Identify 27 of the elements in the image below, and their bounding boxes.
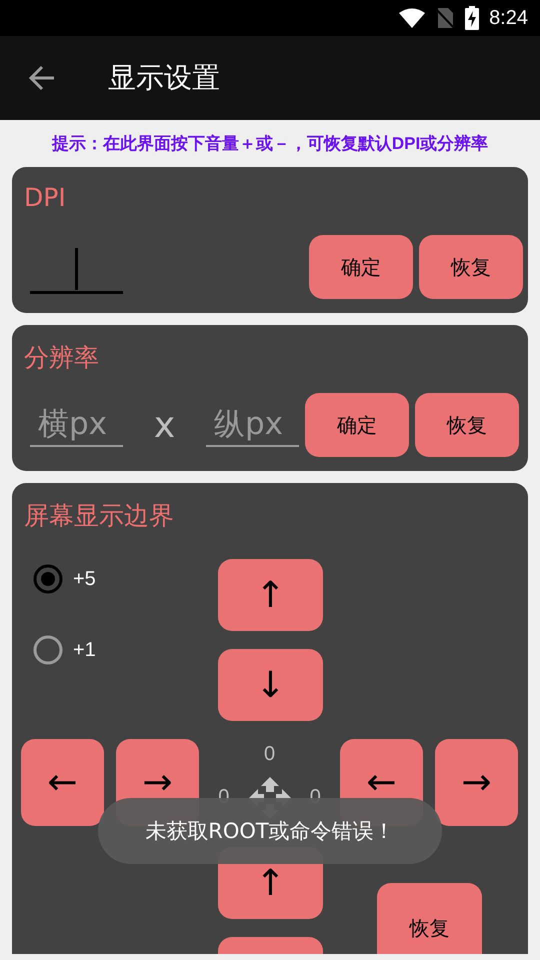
- action-button[interactable]: 确定: [309, 235, 413, 299]
- no-sim-icon: [435, 7, 456, 29]
- times-separator: x: [152, 404, 176, 446]
- arrow-button[interactable]: →: [435, 739, 518, 826]
- back-arrow-icon[interactable]: [28, 64, 56, 92]
- step-radio[interactable]: +1: [33, 635, 206, 665]
- arrow-button[interactable]: ↑: [218, 559, 323, 631]
- arrow-button[interactable]: ←: [21, 739, 104, 826]
- clock-time: 8:24: [489, 6, 528, 30]
- action-button[interactable]: 恢复: [419, 235, 523, 299]
- hint-text: 提示：在此界面按下音量＋或－，可恢复默认DPI或分辨率: [50, 133, 490, 155]
- arrow-button[interactable]: [218, 937, 323, 954]
- height-input-field[interactable]: 纵px: [206, 403, 299, 447]
- step-radio[interactable]: +5: [33, 564, 206, 594]
- section-title: DPI: [23, 182, 67, 214]
- screen-title: 显示设置: [108, 60, 220, 96]
- section-title: 分辨率: [23, 342, 100, 374]
- battery-charging-icon: [465, 6, 480, 30]
- reset-button[interactable]: 恢复: [377, 883, 482, 954]
- offset-value: 0: [264, 742, 276, 766]
- width-input-field[interactable]: 横px: [30, 403, 123, 447]
- action-button[interactable]: 确定: [305, 393, 409, 457]
- toast-message: 未获取ROOT或命令错误！: [98, 798, 442, 864]
- action-button[interactable]: 恢复: [415, 393, 519, 457]
- section-title: 屏幕显示边界: [23, 500, 175, 532]
- wifi-icon: [399, 8, 426, 28]
- arrow-button[interactable]: ↓: [218, 649, 323, 721]
